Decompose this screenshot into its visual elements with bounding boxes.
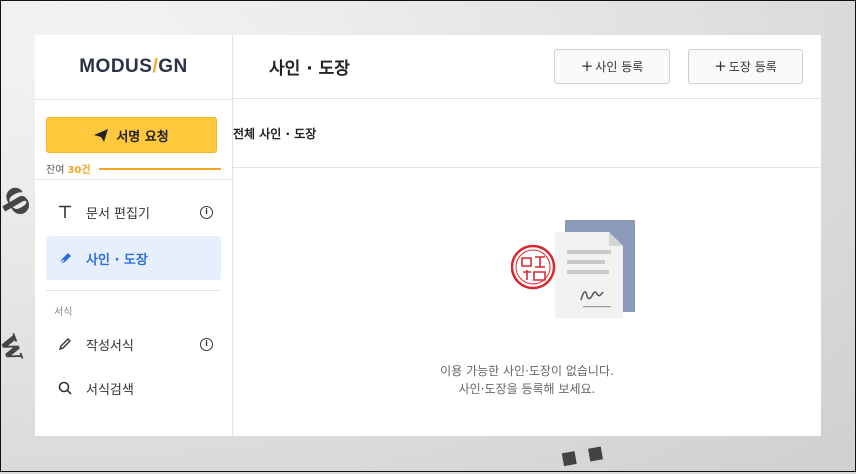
sidebar-item-label: 사인 · 도장 [86,252,148,268]
filter-all-tab[interactable]: 전체 사인 · 도장 [233,99,821,168]
search-icon [56,381,74,395]
remaining-bar [98,167,221,170]
plus-icon: + [580,57,594,75]
sign-request-label: 서명 요청 [116,129,169,145]
filter-all-label: 전체 사인 · 도장 [233,126,317,141]
main-content: 사인 · 도장 + 사인 등록 + 도장 등록 전체 사인 · 도장 이용 가능… [233,35,821,436]
sidebar-item-signature-stamp[interactable]: 사인 · 도장 [46,236,221,280]
add-signature-button[interactable]: + 사인 등록 [554,49,670,84]
sidebar-item-write-form[interactable]: 작성서식 i [46,322,221,366]
pencil-icon [56,337,74,351]
empty-state: 이용 가능한 사인·도장이 없습니다. 사인·도장을 등록해 보세요. [233,168,821,436]
pen-nib-icon [56,251,74,266]
logo-area[interactable]: MODUS/GN [35,35,232,100]
page-header: 사인 · 도장 + 사인 등록 + 도장 등록 [233,35,821,99]
sign-request-area: 서명 요청 잔여 30건 [35,100,232,180]
app-window: MODUS/GN 서명 요청 잔여 30건 문서 편집기 i 사인 · 도장 서… [35,35,821,436]
sidebar: MODUS/GN 서명 요청 잔여 30건 문서 편집기 i 사인 · 도장 서… [35,35,233,436]
info-icon[interactable]: i [200,337,213,351]
paper-plane-icon [94,128,109,142]
sidebar-divider [46,290,221,291]
sidebar-item-document-editor[interactable]: 문서 편집기 i [46,190,221,234]
empty-state-line2: 사인·도장을 등록해 보세요. [458,382,596,396]
add-stamp-label: 도장 등록 [728,60,777,74]
sidebar-item-label: 문서 편집기 [86,206,150,222]
empty-state-line1: 이용 가능한 사인·도장이 없습니다. [440,364,614,378]
sidebar-item-form-search[interactable]: 서식검색 [46,366,221,410]
sidebar-item-label: 작성서식 [86,338,134,354]
add-stamp-button[interactable]: + 도장 등록 [688,49,803,84]
section-label: 서식 [54,307,73,318]
sidebar-item-label: 서식검색 [86,382,134,398]
sidebar-nav: 문서 편집기 i 사인 · 도장 서식 작성서식 i 서식검색 [35,180,232,410]
remaining-label: 잔여 [46,165,65,176]
info-icon[interactable]: i [200,205,213,219]
plus-icon: + [714,57,727,75]
remaining-count: 30건 [67,165,91,176]
signature-document-illustration [511,220,635,318]
logo: MODUS/GN [79,56,188,77]
remaining-credits: 잔여 30건 [46,161,221,176]
text-t-icon [56,205,74,219]
page-title: 사인 · 도장 [269,59,350,79]
empty-state-message: 이용 가능한 사인·도장이 없습니다. 사인·도장을 등록해 보세요. [233,362,821,398]
add-signature-label: 사인 등록 [595,60,644,74]
sign-request-button[interactable]: 서명 요청 [46,117,217,153]
